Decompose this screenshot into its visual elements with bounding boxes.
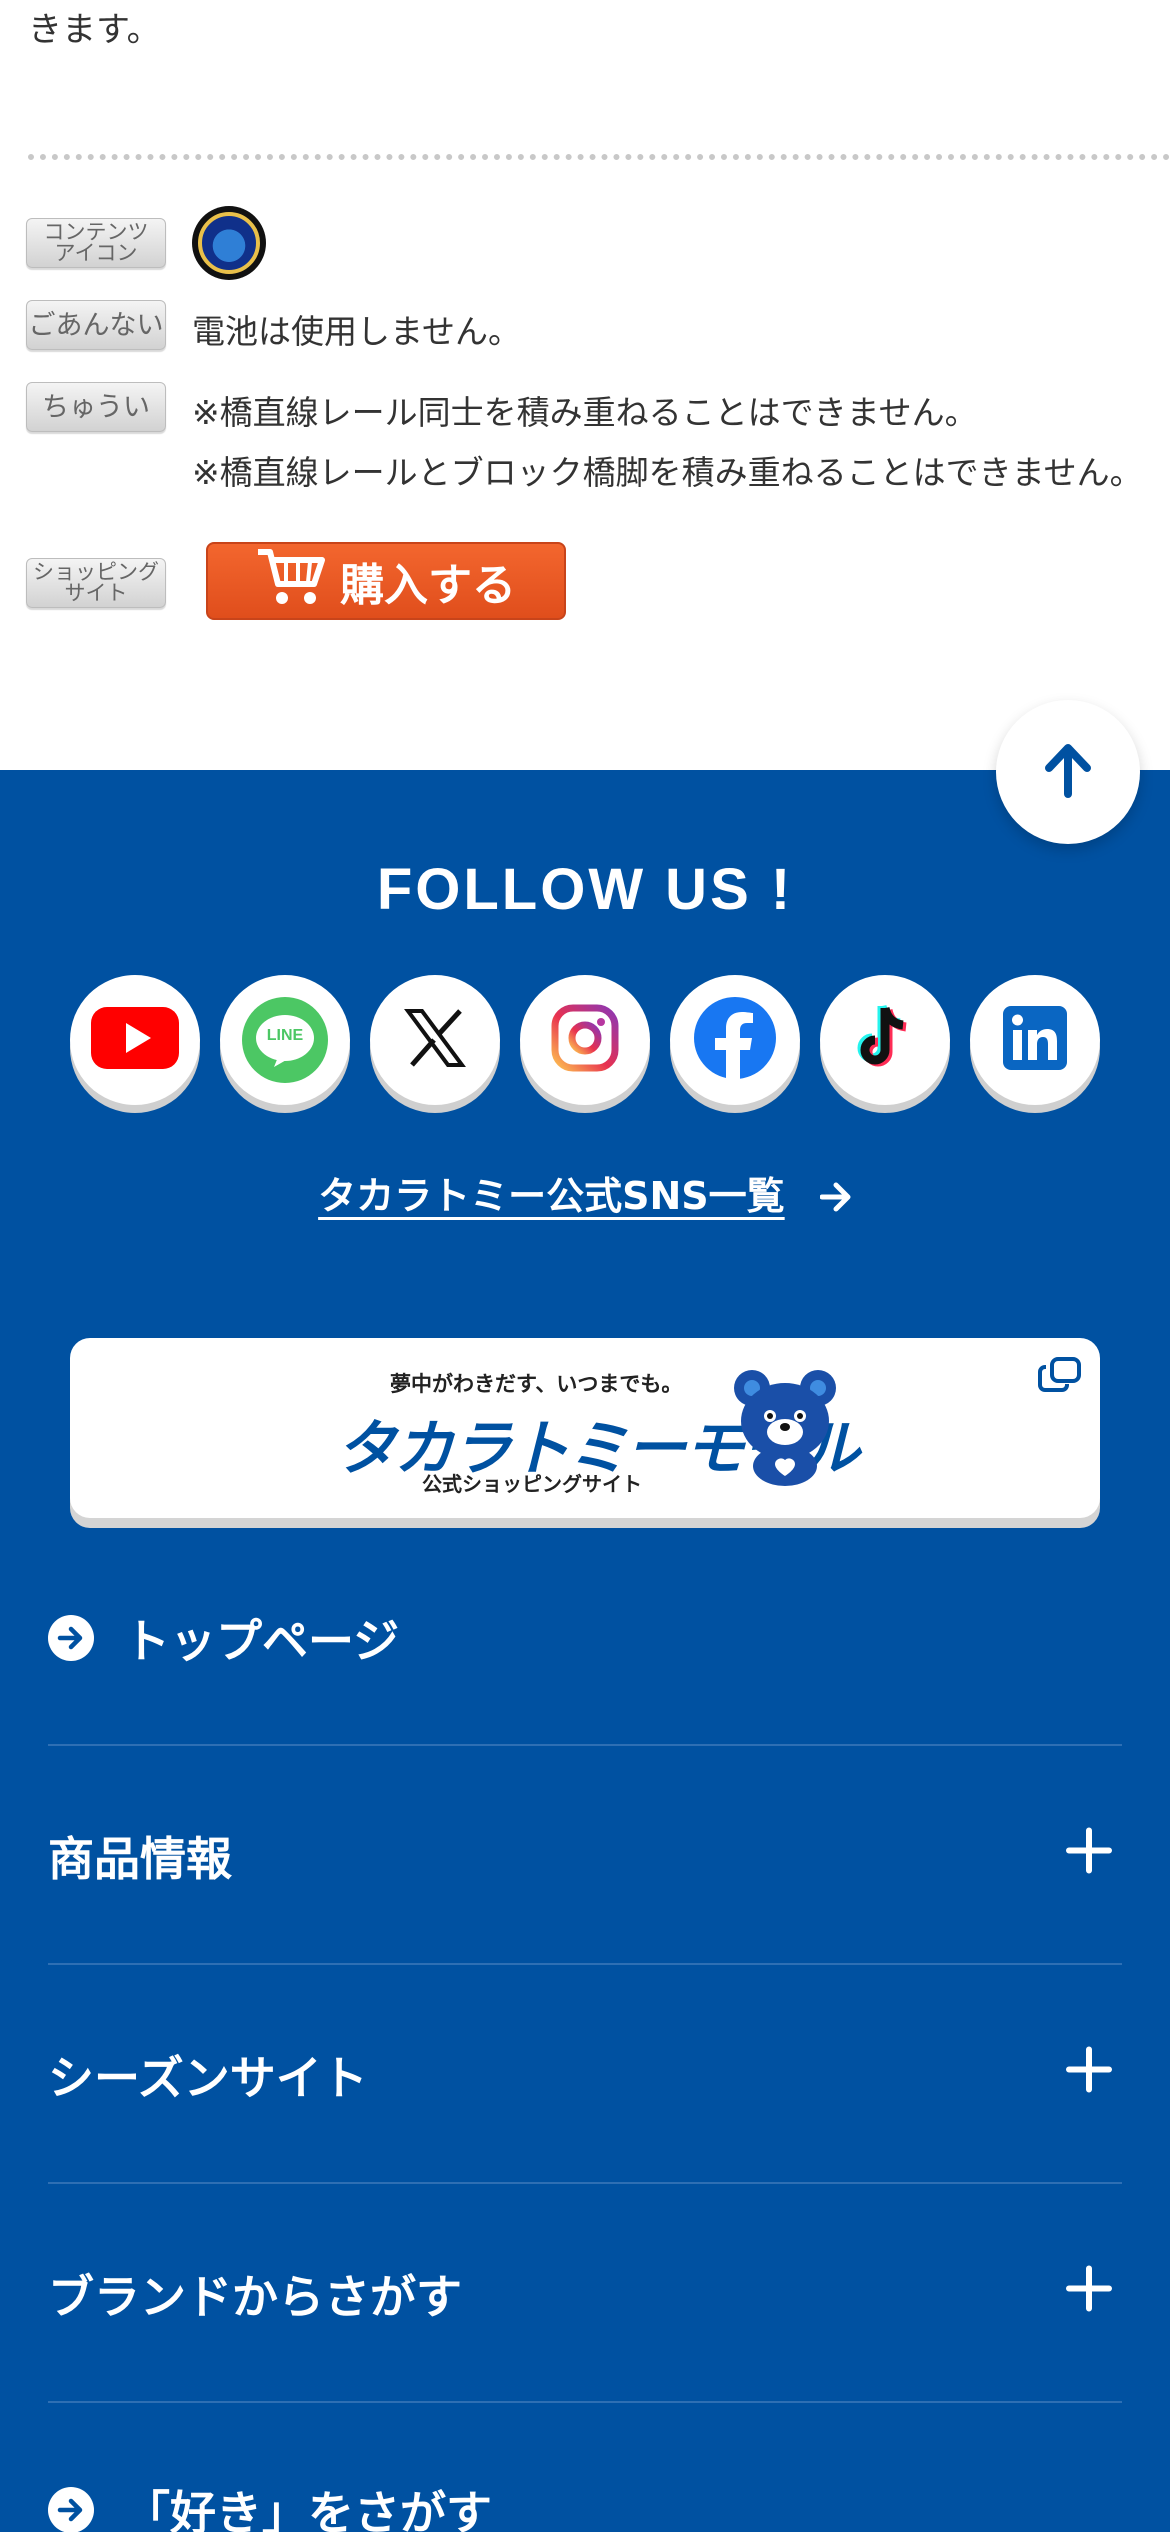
shopping-site-label: ショッピング サイト [26,558,166,608]
nav-top-page[interactable]: トップページ [48,1606,1122,1670]
bear-mascot-icon [730,1366,840,1490]
external-link-icon [1038,1356,1082,1398]
nav-season-site[interactable]: シーズンサイト [48,2043,1122,2107]
linkedin-button[interactable] [970,975,1100,1105]
youtube-icon [91,1007,179,1073]
facebook-button[interactable] [670,975,800,1105]
nav-divider [48,1963,1122,1965]
tiktok-button[interactable] [820,975,950,1105]
linkedin-icon [1003,1006,1067,1074]
line-button[interactable]: LINE [220,975,350,1105]
sns-list-link[interactable]: タカラトミー公式SNS一覧 [0,1165,1170,1221]
caution-line-2: ※橋直線レールとブロック橋脚を積み重ねることはできません。 [192,453,1143,492]
buy-button[interactable]: 購入する [206,542,566,620]
arrow-circle-right-icon [48,2487,94,2533]
follow-us-title: FOLLOW US ! [376,857,794,922]
nav-top-page-label: トップページ [124,1614,400,1668]
guide-label: ごあんない [26,300,166,350]
takaratomy-mall-banner[interactable]: 夢中がわきだす、いつまでも。 タカラトミーモール 公式ショッピングサイト [70,1338,1100,1518]
back-to-top-button[interactable] [996,700,1140,844]
sns-list-link-label: タカラトミー公式SNS一覧 [318,1174,785,1218]
nav-find-favorites[interactable]: 「好き」をさがす [48,2478,1122,2542]
buy-button-label: 購入する [340,561,516,610]
caution-line-1: ※橋直線レール同士を積み重ねることはできません。 [192,393,978,432]
nav-divider [48,2401,1122,2403]
plus-icon [1066,1827,1112,1885]
nav-brand-search[interactable]: ブランドからさがす [48,2262,1122,2326]
nav-season-site-label: シーズンサイト [48,2051,368,2105]
instagram-button[interactable] [520,975,650,1105]
line-icon: LINE [242,997,328,1083]
intro-text-tail: きます。 [28,10,161,50]
x-button[interactable] [370,975,500,1105]
dotted-divider [28,154,1170,160]
facebook-icon [693,996,777,1084]
nav-find-favorites-label: 「好き」をさがす [124,2486,492,2540]
line-icon-text: LINE [266,1027,304,1044]
instagram-icon [550,1003,620,1077]
plus-icon [1066,2046,1112,2104]
nav-brand-search-label: ブランドからさがす [48,2270,462,2324]
nav-divider [48,2182,1122,2184]
nav-products-label: 商品情報 [48,1832,232,1886]
caution-label: ちゅうい [26,382,166,432]
guide-text: 電池は使用しません。 [192,312,522,351]
nav-products[interactable]: 商品情報 [48,1824,1122,1888]
content-badge-icon [192,206,266,280]
arrow-up-icon [1043,742,1093,802]
sns-icon-row: LINE [70,975,1100,1105]
plus-icon [1066,2265,1112,2323]
youtube-button[interactable] [70,975,200,1105]
mall-subtitle: 公式ショッピングサイト [422,1472,642,1496]
mall-tagline: 夢中がわきだす、いつまでも。 [390,1372,683,1396]
arrow-right-icon [819,1177,852,1221]
cart-icon [256,546,326,617]
content-icon-label: コンテンツ アイコン [26,218,166,268]
arrow-circle-right-icon [48,1615,94,1661]
nav-divider [48,1744,1122,1746]
x-icon [404,1007,466,1073]
tiktok-icon [853,1002,917,1078]
